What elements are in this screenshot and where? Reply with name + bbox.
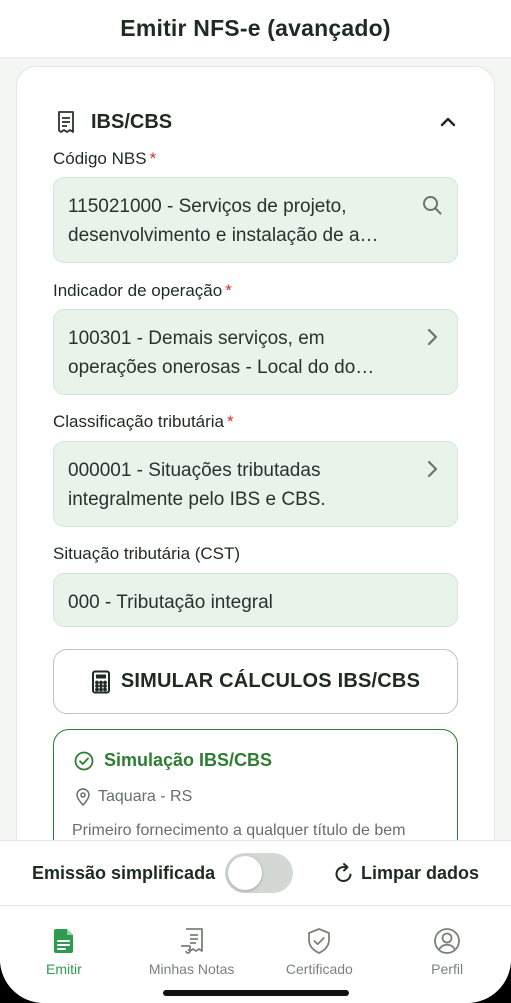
cst-label: Situação tributária (CST) bbox=[53, 544, 241, 563]
tab-label: Minhas Notas bbox=[148, 961, 235, 977]
simulation-location: Taquara - RS bbox=[76, 788, 192, 806]
shield-check-icon bbox=[308, 928, 331, 954]
tax-classification-label: Classificação tributária * bbox=[53, 412, 234, 431]
field-line: integralmente pelo IBS e CBS. bbox=[68, 489, 326, 510]
simulation-description: Primeiro fornecimento a qualquer título … bbox=[72, 822, 406, 839]
user-circle-icon bbox=[434, 928, 461, 954]
simulate-button-label: SIMULAR CÁLCULOS IBS/CBS bbox=[120, 670, 421, 692]
top-app-bar: Emitir NFS-e (avançado) bbox=[0, 0, 511, 58]
section-header[interactable]: IBS/CBS bbox=[53, 107, 458, 137]
field-value: 000 - Tributação integral bbox=[68, 592, 273, 613]
tab-label: Perfil bbox=[431, 961, 464, 977]
chevron-right-icon bbox=[427, 460, 438, 478]
field-line: 000001 - Situações tributadas bbox=[68, 460, 321, 481]
field-line: 115021000 - Serviços de projeto, bbox=[68, 196, 347, 217]
required-mark: * bbox=[149, 149, 157, 168]
tax-classification-field[interactable]: 000001 - Situações tributadas integralme… bbox=[53, 441, 458, 527]
section-title: IBS/CBS bbox=[91, 110, 173, 133]
ibs-cbs-card: IBS/CBS Código NBS * 115021000 - Serviços… bbox=[16, 66, 495, 840]
toggle-knob bbox=[228, 856, 263, 890]
simplified-emission-label: Emissão simplificada bbox=[32, 862, 216, 883]
simplified-emission-toggle[interactable] bbox=[225, 853, 294, 893]
bottom-action-bar: Emissão simplificada Limpar dados bbox=[0, 840, 511, 906]
page-title: Emitir NFS-e (avançado) bbox=[120, 15, 391, 41]
document-icon bbox=[53, 929, 73, 953]
refresh-icon bbox=[335, 863, 352, 883]
chevron-right-icon bbox=[427, 328, 438, 346]
field-line: operações onerosas - Local do do… bbox=[68, 357, 375, 378]
chevron-up-icon[interactable] bbox=[438, 112, 458, 132]
simulate-calculations-button[interactable]: SIMULAR CÁLCULOS IBS/CBS bbox=[53, 649, 458, 714]
tab-label: Certificado bbox=[285, 961, 353, 977]
nbs-code-field[interactable]: 115021000 - Serviços de projeto, desenvo… bbox=[53, 177, 458, 263]
check-circle-icon bbox=[74, 751, 94, 770]
tab-minhas-notas[interactable]: Minhas Notas bbox=[128, 906, 256, 1003]
clear-data-label: Limpar dados bbox=[360, 862, 479, 883]
tab-certificado[interactable]: Certificado bbox=[256, 906, 384, 1003]
bottom-tab-bar: Emitir Minhas Notas Certificado Perfil bbox=[0, 906, 511, 1003]
location-text: Taquara - RS bbox=[98, 788, 193, 805]
tab-perfil[interactable]: Perfil bbox=[383, 906, 511, 1003]
receipt-icon bbox=[58, 111, 74, 133]
home-indicator bbox=[163, 990, 349, 996]
simulation-title-row: Simulação IBS/CBS bbox=[74, 750, 272, 771]
field-line: 100301 - Demais serviços, em bbox=[68, 328, 325, 349]
simulation-result-card: Simulação IBS/CBS Taquara - RS Primeiro … bbox=[53, 729, 458, 840]
field-line: desenvolvimento e instalação de a… bbox=[68, 225, 379, 246]
search-icon[interactable] bbox=[421, 194, 443, 216]
cst-field: 000 - Tributação integral bbox=[53, 573, 458, 627]
simulation-title: Simulação IBS/CBS bbox=[104, 750, 273, 770]
nbs-code-label: Código NBS * bbox=[53, 149, 157, 168]
calculator-icon bbox=[91, 670, 110, 693]
tab-label: Emitir bbox=[45, 961, 82, 977]
tab-emitir[interactable]: Emitir bbox=[0, 906, 128, 1003]
app-screen: Emitir NFS-e (avançado) IBS/CBS Código N… bbox=[0, 0, 511, 1003]
location-pin-icon bbox=[76, 788, 90, 806]
clear-data-button[interactable]: Limpar dados bbox=[333, 862, 479, 884]
receipt-icon bbox=[180, 928, 203, 954]
scroll-content[interactable]: IBS/CBS Código NBS * 115021000 - Serviços… bbox=[0, 58, 511, 840]
required-mark: * bbox=[227, 412, 234, 431]
operation-indicator-label: Indicador de operação * bbox=[53, 281, 232, 300]
required-mark: * bbox=[225, 281, 232, 300]
operation-indicator-field[interactable]: 100301 - Demais serviços, em operações o… bbox=[53, 309, 458, 395]
